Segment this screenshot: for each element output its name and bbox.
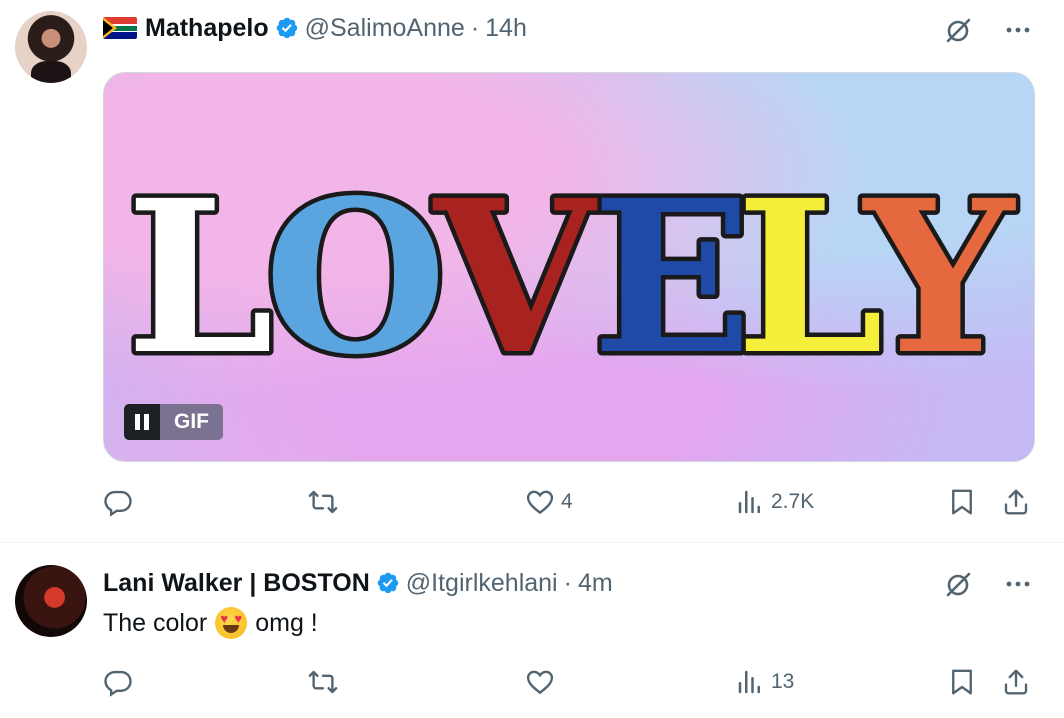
- retweet-button[interactable]: [308, 662, 344, 702]
- reply-button[interactable]: [103, 482, 139, 522]
- tweet-actions: 4 2.7K: [103, 482, 1037, 522]
- avatar[interactable]: [15, 565, 87, 637]
- heart-icon: [526, 670, 554, 695]
- timestamp[interactable]: 14h: [485, 14, 527, 43]
- author-handle[interactable]: @SalimoAnne: [305, 14, 465, 43]
- reply-button[interactable]: [103, 662, 139, 702]
- verified-badge-icon[interactable]: [376, 571, 400, 595]
- separator: ·: [470, 13, 480, 42]
- tweet[interactable]: Lani Walker | BOSTON @Itgirlkehlani · 4m…: [0, 544, 1064, 718]
- tweet-top-actions: [942, 564, 1034, 604]
- tweet-text-before: The color: [103, 608, 208, 637]
- views-button[interactable]: 2.7K: [735, 482, 814, 522]
- share-icon: [1004, 489, 1028, 515]
- tweet-header: Lani Walker | BOSTON @Itgirlkehlani · 4m: [103, 563, 613, 603]
- lovely-gif-image: L O V E L Y: [122, 150, 1021, 406]
- gif-letter: O: [264, 154, 447, 401]
- tweet-actions: 13: [103, 662, 1037, 702]
- views-icon: [738, 670, 760, 694]
- share-button[interactable]: [1001, 482, 1031, 522]
- tweet-text: The color ♥ ♥ omg !: [103, 607, 318, 639]
- gif-letter: L: [736, 154, 884, 401]
- tweet-header: Mathapelo @SalimoAnne · 14h: [103, 8, 527, 48]
- share-button[interactable]: [1001, 662, 1031, 702]
- gif-letter: V: [432, 154, 600, 401]
- gif-letter: E: [592, 154, 752, 401]
- views-count: 2.7K: [771, 490, 815, 513]
- timestamp[interactable]: 4m: [578, 569, 613, 598]
- heart-eyes-emoji-icon: ♥ ♥: [215, 607, 248, 639]
- gif-media[interactable]: L O V E L Y GIF: [103, 72, 1035, 462]
- heart-icon: [526, 490, 554, 515]
- more-icon[interactable]: [1002, 568, 1034, 600]
- reply-icon: [104, 670, 132, 697]
- grok-icon[interactable]: [942, 568, 974, 600]
- bookmark-icon: [952, 489, 972, 515]
- south-africa-flag-icon: [103, 17, 137, 39]
- verified-badge-icon[interactable]: [275, 16, 299, 40]
- pause-icon[interactable]: [124, 404, 160, 440]
- more-icon[interactable]: [1002, 14, 1034, 46]
- views-button[interactable]: 13: [735, 662, 794, 702]
- gif-letter: L: [126, 154, 274, 401]
- author-handle[interactable]: @Itgirlkehlani: [406, 569, 558, 598]
- like-button[interactable]: 4: [525, 482, 573, 522]
- gif-label: GIF: [160, 404, 223, 440]
- views-count: 13: [771, 670, 795, 693]
- share-icon: [1004, 669, 1028, 695]
- bookmark-button[interactable]: [947, 482, 977, 522]
- grok-icon[interactable]: [942, 14, 974, 46]
- tweet-top-actions: [942, 10, 1034, 50]
- like-button[interactable]: [525, 662, 561, 702]
- views-icon: [738, 490, 760, 514]
- author-name[interactable]: Mathapelo: [145, 14, 269, 43]
- tweet[interactable]: Mathapelo @SalimoAnne · 14h L O V E L Y: [0, 0, 1064, 543]
- tweet-text-after: omg !: [255, 608, 318, 637]
- gif-letter: Y: [862, 154, 1016, 401]
- retweet-button[interactable]: [308, 482, 344, 522]
- like-count: 4: [561, 490, 573, 513]
- retweet-icon: [308, 670, 338, 694]
- reply-icon: [104, 490, 132, 517]
- bookmark-button[interactable]: [947, 662, 977, 702]
- avatar[interactable]: [15, 11, 87, 83]
- gif-badge[interactable]: GIF: [124, 404, 223, 440]
- bookmark-icon: [952, 669, 972, 695]
- author-name[interactable]: Lani Walker | BOSTON: [103, 569, 370, 598]
- separator: ·: [563, 568, 572, 597]
- retweet-icon: [308, 490, 338, 514]
